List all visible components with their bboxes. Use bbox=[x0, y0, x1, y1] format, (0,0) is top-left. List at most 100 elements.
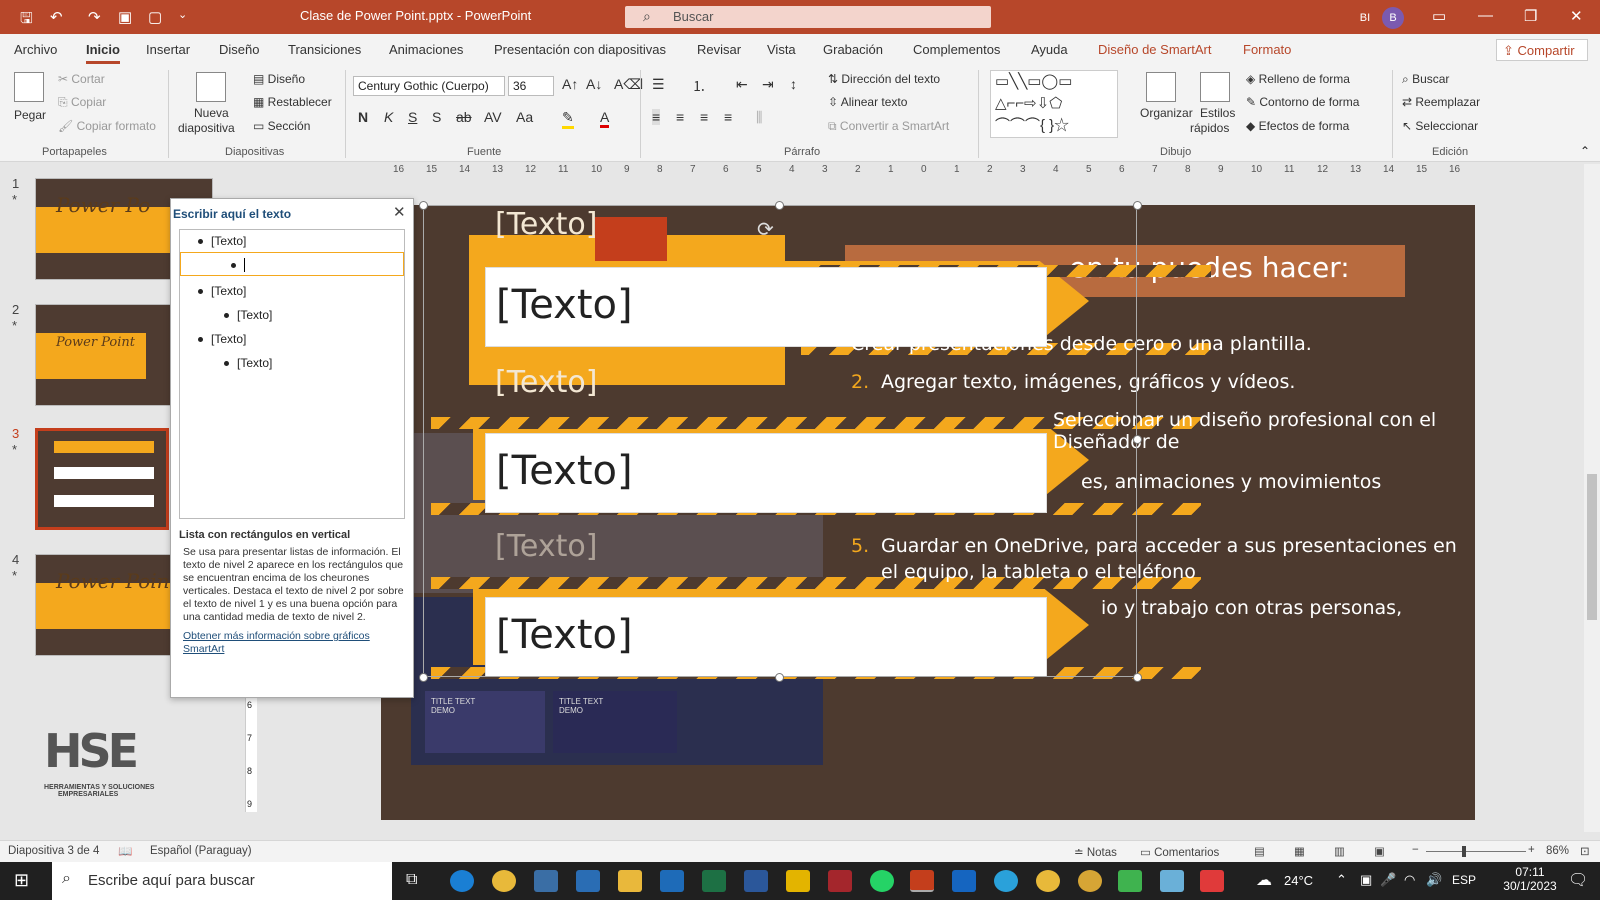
folder-icon[interactable] bbox=[618, 870, 642, 892]
clock[interactable]: 07:11 30/1/2023 bbox=[1500, 865, 1560, 893]
shape-outline-button[interactable]: ✎ Contorno de forma bbox=[1246, 95, 1359, 109]
grow-font-icon[interactable]: A↑ bbox=[562, 76, 578, 92]
resize-handle[interactable] bbox=[1133, 201, 1142, 210]
quick-styles-label2[interactable]: rápidos bbox=[1190, 121, 1229, 135]
ribbon-display-icon[interactable]: ▭ bbox=[1432, 7, 1446, 25]
temperature[interactable]: 24°C bbox=[1284, 873, 1313, 888]
tab-diseno[interactable]: Diseño bbox=[219, 42, 259, 57]
chrome-icon[interactable] bbox=[1036, 870, 1060, 892]
resize-handle[interactable] bbox=[775, 673, 784, 682]
arrange-button[interactable]: Organizar bbox=[1140, 106, 1193, 120]
search-box[interactable]: ⌕ Buscar bbox=[625, 6, 991, 28]
word-icon[interactable] bbox=[744, 870, 768, 892]
store-icon[interactable] bbox=[576, 870, 600, 892]
tray-app-icon[interactable]: ▣ bbox=[1360, 872, 1372, 888]
tab-transiciones[interactable]: Transiciones bbox=[288, 42, 361, 57]
tab-complementos[interactable]: Complementos bbox=[913, 42, 1000, 57]
justify-icon[interactable]: ≡ bbox=[724, 109, 732, 125]
save-icon[interactable]: 🖫 bbox=[20, 8, 33, 33]
align-left-icon[interactable]: ≡ bbox=[652, 109, 661, 125]
zoom-level[interactable]: 86% bbox=[1546, 845, 1569, 857]
shapes-gallery[interactable]: ▭╲╲▭◯▭ △⌐⌐⇨⇩⬠ ⌒⌒⌒{ }☆ bbox=[990, 70, 1118, 138]
slide-canvas[interactable]: en tu puedes hacer: TITLE TEXTDEMO TITLE… bbox=[381, 201, 1475, 820]
clear-format-icon[interactable]: A⌫ bbox=[614, 76, 643, 93]
tab-presentacion[interactable]: Presentación con diapositivas bbox=[494, 42, 666, 57]
zoom-thumb[interactable] bbox=[1462, 846, 1466, 857]
app-icon[interactable] bbox=[534, 870, 558, 892]
avatar[interactable]: B bbox=[1382, 7, 1404, 29]
undo-icon[interactable]: ↶ bbox=[50, 8, 63, 26]
tab-ayuda[interactable]: Ayuda bbox=[1031, 42, 1068, 57]
slide-thumbnail-3[interactable] bbox=[35, 428, 169, 530]
font-color-icon[interactable]: A bbox=[600, 109, 610, 128]
tab-archivo[interactable]: Archivo bbox=[14, 42, 57, 57]
collapse-ribbon-icon[interactable]: ⌃ bbox=[1580, 144, 1590, 158]
rotate-handle-icon[interactable]: ⟳ bbox=[757, 217, 774, 242]
new-slide-label2[interactable]: diapositiva bbox=[178, 121, 235, 135]
wifi-icon[interactable]: ◠ bbox=[1404, 872, 1415, 888]
resize-handle[interactable] bbox=[1133, 673, 1142, 682]
resize-handle[interactable] bbox=[419, 201, 428, 210]
list-item[interactable]: [Texto] bbox=[224, 308, 272, 322]
align-text-button[interactable]: ⇳ Alinear texto bbox=[828, 95, 907, 109]
restore-icon[interactable]: ❐ bbox=[1524, 7, 1537, 25]
mail-icon[interactable] bbox=[660, 870, 684, 892]
close-icon[interactable]: ✕ bbox=[393, 203, 406, 221]
share-button[interactable]: ⇪ Compartir bbox=[1496, 39, 1588, 61]
list-item[interactable]: [Texto] bbox=[198, 234, 246, 248]
spellcheck-icon[interactable]: 📖 bbox=[118, 844, 132, 858]
camtasia-icon[interactable] bbox=[1118, 870, 1142, 892]
shape-fill-button[interactable]: ◈ Relleno de forma bbox=[1246, 72, 1350, 86]
text-direction-button[interactable]: ⇅ Dirección del texto bbox=[828, 72, 940, 86]
scrollbar-thumb[interactable] bbox=[1587, 474, 1597, 620]
strikethrough-button[interactable]: ab bbox=[456, 109, 472, 125]
volume-icon[interactable]: 🔊 bbox=[1426, 872, 1442, 888]
chrome-icon[interactable] bbox=[492, 870, 516, 892]
customize-qat-icon[interactable]: ⌄ bbox=[178, 8, 187, 21]
font-family-combo[interactable]: Century Gothic (Cuerpo) bbox=[353, 76, 505, 96]
numbering-icon[interactable]: ⒈ bbox=[692, 76, 706, 96]
edge-icon[interactable] bbox=[450, 870, 474, 892]
reading-view-icon[interactable]: ▥ bbox=[1334, 844, 1345, 858]
convert-smartart-button[interactable]: ⧉ Convertir a SmartArt bbox=[828, 119, 949, 134]
resize-handle[interactable] bbox=[419, 673, 428, 682]
paste-button[interactable]: Pegar bbox=[14, 108, 46, 122]
tab-animaciones[interactable]: Animaciones bbox=[389, 42, 463, 57]
arrange-icon[interactable] bbox=[1146, 72, 1176, 102]
list-item-active[interactable] bbox=[180, 252, 404, 276]
recorder-icon[interactable] bbox=[1200, 870, 1224, 892]
tab-inicio[interactable]: Inicio bbox=[86, 42, 120, 64]
align-center-icon[interactable]: ≡ bbox=[676, 109, 684, 125]
minimize-icon[interactable]: — bbox=[1478, 7, 1493, 24]
powerpoint-icon[interactable] bbox=[910, 870, 934, 892]
zoom-out-icon[interactable]: − bbox=[1412, 844, 1419, 856]
present-icon[interactable]: ▣ bbox=[118, 8, 132, 26]
taskbar-search[interactable]: ⌕ Escribe aquí para buscar bbox=[52, 862, 392, 900]
tab-grabacion[interactable]: Grabación bbox=[823, 42, 883, 57]
format-painter-button[interactable]: 🖌 Copiar formato bbox=[58, 119, 156, 133]
vertical-scrollbar[interactable] bbox=[1584, 164, 1600, 832]
tab-revisar[interactable]: Revisar bbox=[697, 42, 741, 57]
increase-indent-icon[interactable]: ⇥ bbox=[762, 76, 774, 93]
shape-effects-button[interactable]: ◆ Efectos de forma bbox=[1246, 119, 1349, 133]
slideshow-icon[interactable]: ▣ bbox=[1374, 844, 1385, 858]
underline-button[interactable]: S bbox=[408, 109, 417, 125]
italic-button[interactable]: K bbox=[384, 109, 393, 125]
notification-icon[interactable]: 🗨 bbox=[1568, 870, 1588, 890]
language-status[interactable]: Español (Paraguay) bbox=[150, 845, 252, 857]
notes-button[interactable]: ≐ Notas bbox=[1074, 845, 1117, 859]
weather-icon[interactable]: ☁ bbox=[1256, 870, 1272, 890]
windows-start-icon[interactable]: ⊞ bbox=[14, 870, 29, 891]
quick-styles-icon[interactable] bbox=[1200, 72, 1230, 102]
reset-button[interactable]: ▦ Restablecer bbox=[253, 95, 332, 109]
app-icon[interactable] bbox=[1160, 870, 1184, 892]
char-spacing-icon[interactable]: AV bbox=[484, 109, 502, 125]
change-case-button[interactable]: Aa bbox=[516, 109, 533, 125]
new-slide-button[interactable]: Nueva bbox=[194, 106, 229, 120]
sorter-view-icon[interactable]: ▦ bbox=[1294, 844, 1305, 858]
highlight-icon[interactable]: ✎ bbox=[562, 109, 574, 129]
columns-icon[interactable]: ⫼ bbox=[756, 109, 762, 126]
quick-styles-button[interactable]: Estilos bbox=[1200, 106, 1235, 120]
fit-slide-icon[interactable]: ⊡ bbox=[1580, 844, 1590, 858]
tab-formato[interactable]: Formato bbox=[1243, 42, 1291, 57]
